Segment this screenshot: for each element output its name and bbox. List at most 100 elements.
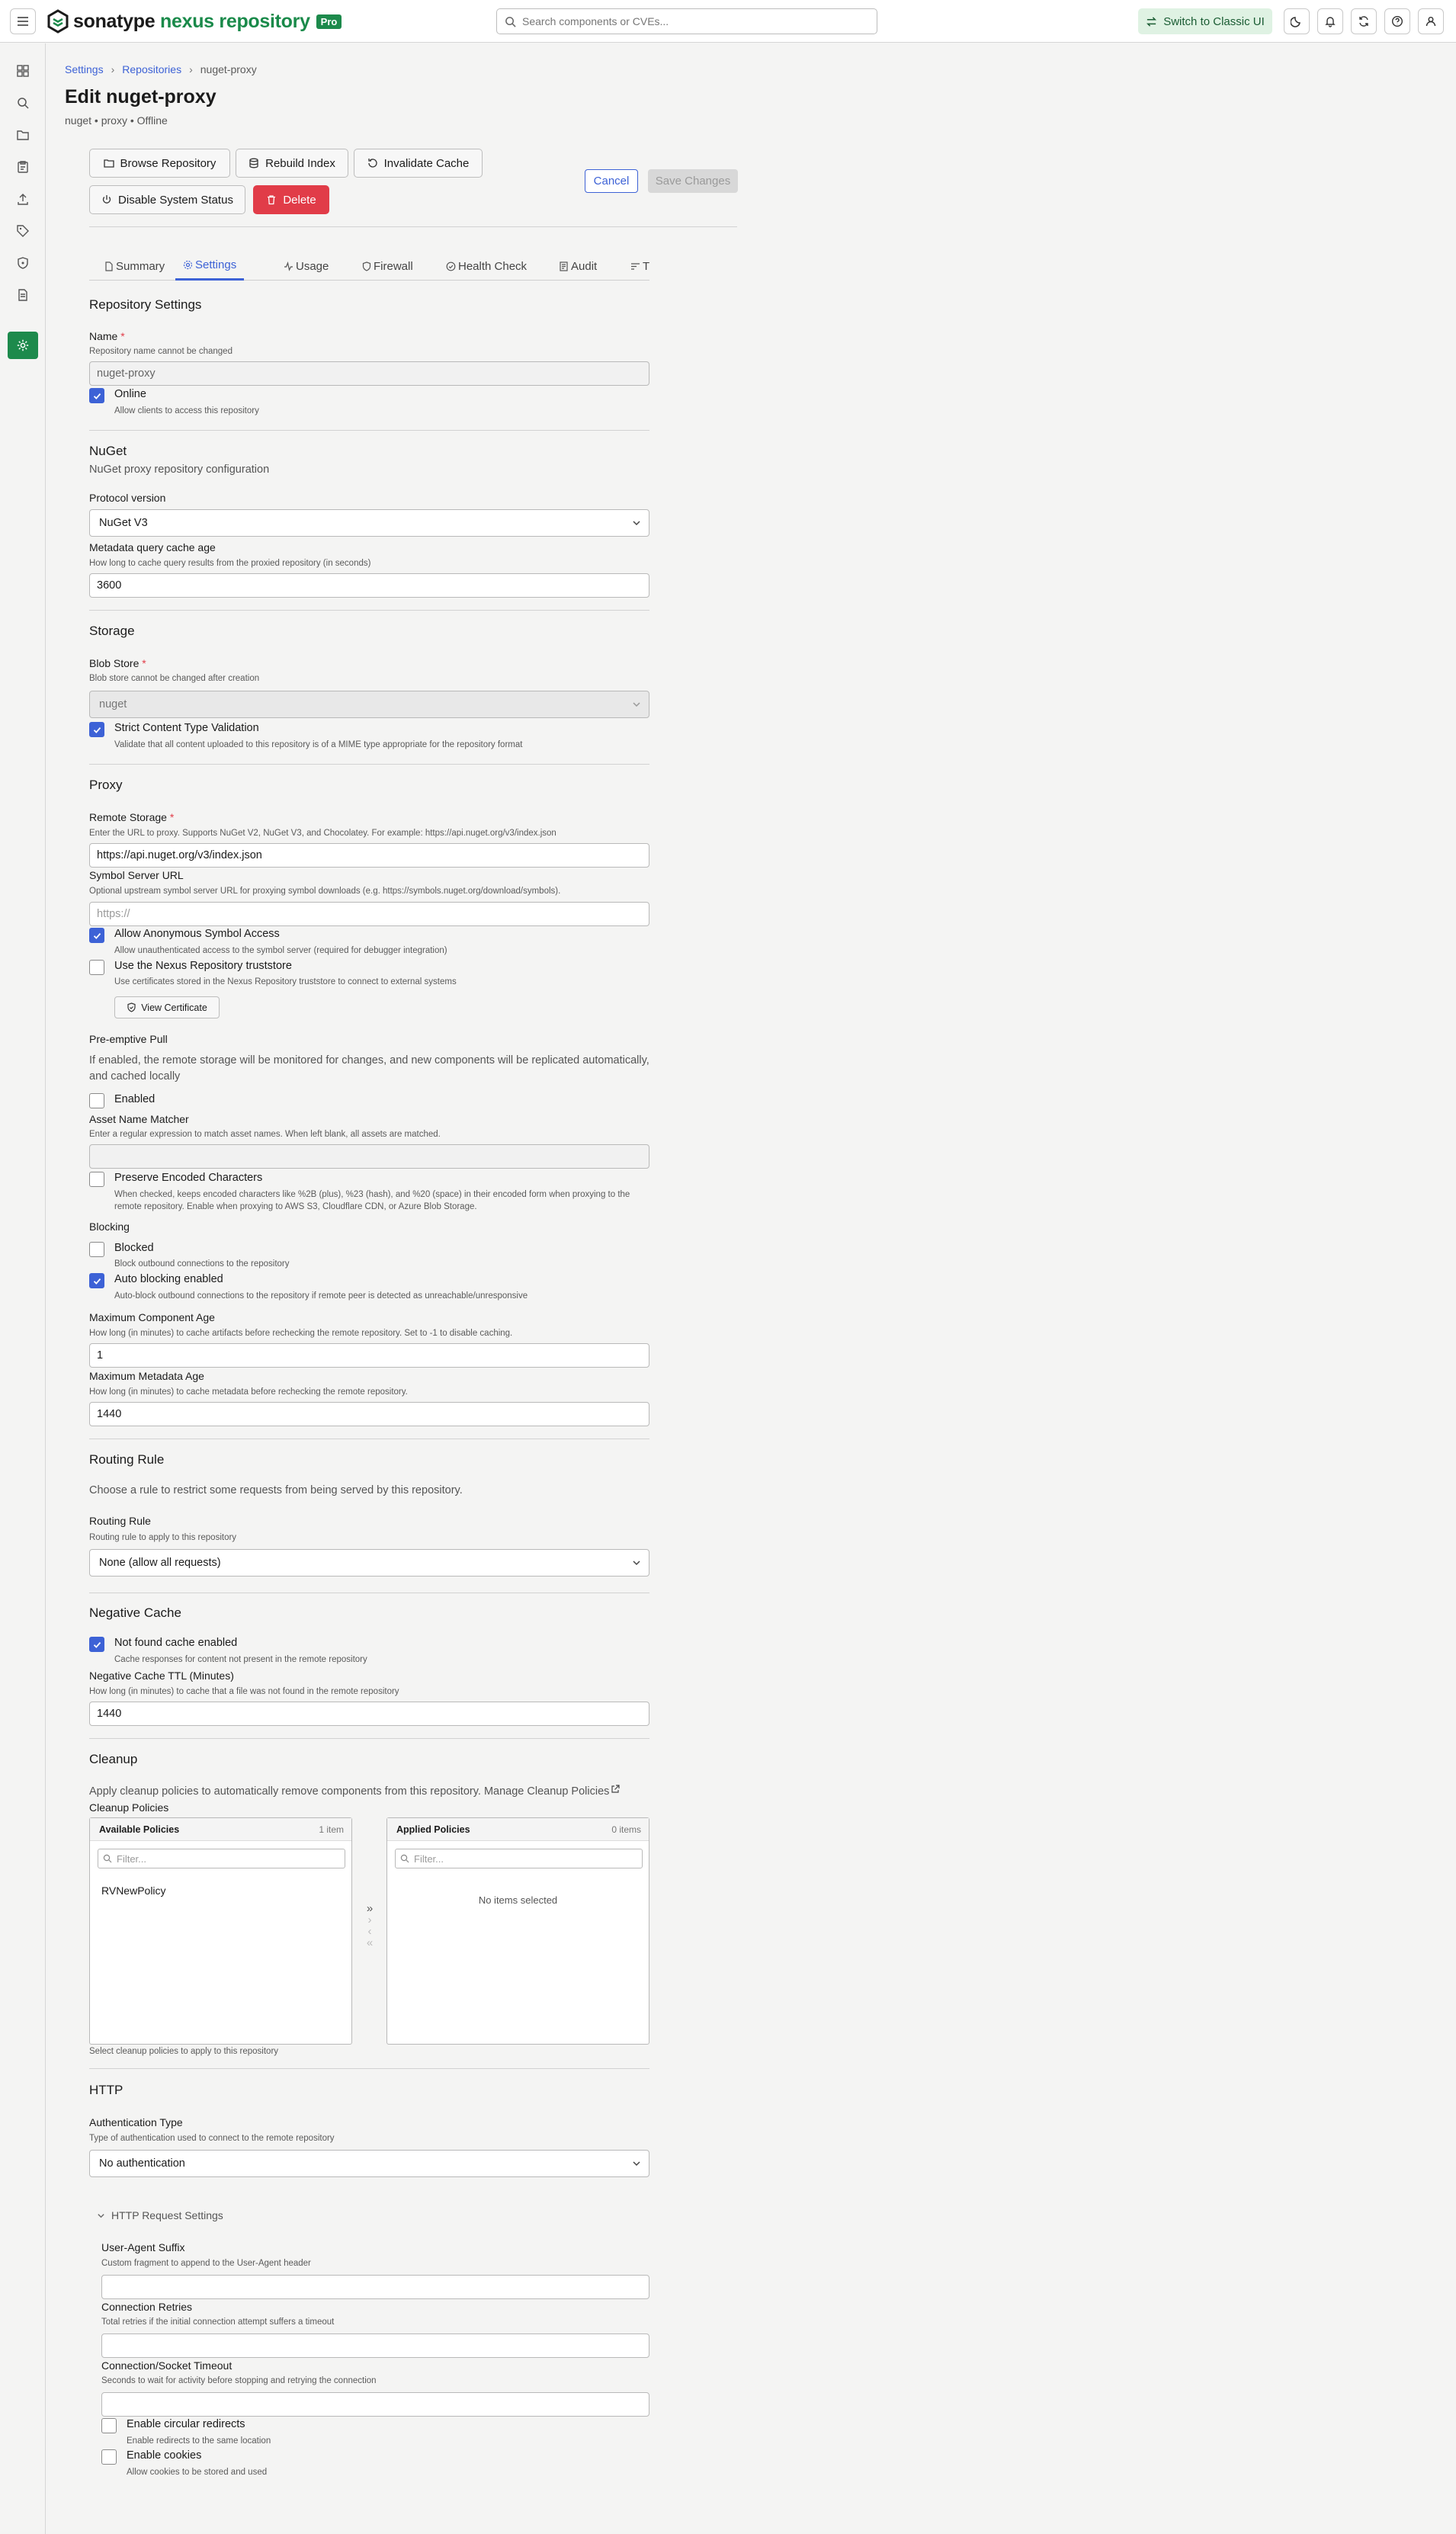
auth-type-hint: Type of authentication used to connect t… bbox=[89, 2134, 335, 2143]
sidebar-item-dashboard[interactable] bbox=[8, 57, 38, 85]
socket-timeout-input[interactable] bbox=[101, 2392, 649, 2417]
online-checkbox[interactable] bbox=[89, 388, 104, 403]
asset-matcher-input[interactable] bbox=[89, 1144, 649, 1169]
auth-type-select[interactable]: No authentication bbox=[89, 2150, 649, 2177]
sidebar-item-tags[interactable] bbox=[8, 217, 38, 245]
applied-count: 0 items bbox=[611, 1824, 641, 1835]
upload-icon bbox=[18, 194, 28, 205]
external-link-icon[interactable] bbox=[611, 1785, 620, 1794]
preemptive-pull-heading: Pre-emptive Pull bbox=[89, 1033, 168, 1045]
tab-firewall[interactable]: Firewall bbox=[362, 252, 413, 281]
disable-system-status-button[interactable]: Disable System Status bbox=[89, 185, 245, 214]
max-component-age-hint: How long (in minutes) to cache artifacts… bbox=[89, 1329, 513, 1338]
preserve-encoded-hint: When checked, keeps encoded characters l… bbox=[114, 1190, 630, 1211]
invalidate-cache-button[interactable]: Invalidate Cache bbox=[354, 149, 483, 178]
socket-timeout-label: Connection/Socket Timeout bbox=[101, 2359, 233, 2372]
http-heading: HTTP bbox=[89, 2083, 123, 2097]
negative-ttl-input[interactable]: 1440 bbox=[89, 1702, 649, 1726]
strict-content-checkbox[interactable] bbox=[89, 722, 104, 737]
move-left-icon[interactable]: ‹ bbox=[358, 1926, 381, 1937]
theme-toggle-button[interactable] bbox=[1284, 8, 1310, 34]
available-filter-input[interactable]: Filter... bbox=[98, 1849, 345, 1868]
negative-ttl-hint: How long (in minutes) to cache that a fi… bbox=[89, 1687, 399, 1696]
remote-storage-input[interactable]: https://api.nuget.org/v3/index.json bbox=[89, 843, 649, 868]
auto-blocking-hint: Auto-block outbound connections to the r… bbox=[114, 1291, 528, 1301]
menu-button[interactable] bbox=[10, 8, 36, 34]
trash-icon bbox=[268, 195, 276, 205]
activity-icon bbox=[284, 261, 293, 271]
shield-icon bbox=[362, 261, 371, 271]
tab-summary[interactable]: Summary bbox=[104, 252, 165, 281]
http-request-settings-toggle[interactable]: HTTP Request Settings bbox=[97, 2209, 223, 2221]
switch-classic-button[interactable]: Switch to Classic UI bbox=[1138, 8, 1272, 34]
move-right-icon[interactable]: › bbox=[358, 1914, 381, 1926]
connection-retries-input[interactable] bbox=[101, 2334, 649, 2358]
routing-description: Choose a rule to restrict some requests … bbox=[89, 1484, 463, 1496]
routing-rule-select[interactable]: None (allow all requests) bbox=[89, 1549, 649, 1577]
browse-repository-button[interactable]: Browse Repository bbox=[89, 149, 230, 178]
sidebar-item-clipboard[interactable] bbox=[8, 153, 38, 181]
asset-matcher-label: Asset Name Matcher bbox=[89, 1113, 189, 1125]
app-logo[interactable]: sonatype nexus repository Pro bbox=[47, 9, 342, 34]
refresh-button[interactable] bbox=[1351, 8, 1377, 34]
chevron-down-icon bbox=[633, 521, 640, 526]
sidebar-item-security[interactable] bbox=[8, 249, 38, 277]
not-found-cache-checkbox[interactable] bbox=[89, 1637, 104, 1652]
sidebar-item-settings[interactable] bbox=[8, 332, 38, 359]
hamburger-icon bbox=[18, 17, 28, 26]
name-field[interactable]: nuget-proxy bbox=[89, 361, 649, 386]
tab-more[interactable]: T bbox=[630, 252, 649, 281]
tab-health-check[interactable]: Health Check bbox=[446, 252, 527, 281]
symbol-server-input[interactable]: https:// bbox=[89, 902, 649, 926]
asset-matcher-hint: Enter a regular expression to match asse… bbox=[89, 1130, 441, 1139]
sidebar-item-browse[interactable] bbox=[8, 121, 38, 149]
sidebar-item-search[interactable] bbox=[8, 89, 38, 117]
preemptive-pull-description: If enabled, the remote storage will be m… bbox=[89, 1054, 649, 1083]
tab-audit[interactable]: Audit bbox=[559, 252, 597, 281]
truststore-checkbox[interactable] bbox=[89, 960, 104, 975]
cleanup-policies-label: Cleanup Policies bbox=[89, 1801, 169, 1814]
auto-blocking-checkbox[interactable] bbox=[89, 1273, 104, 1288]
move-all-left-icon[interactable]: « bbox=[358, 1937, 381, 1949]
blocked-checkbox[interactable] bbox=[89, 1242, 104, 1257]
max-component-age-input[interactable]: 1 bbox=[89, 1343, 649, 1368]
circular-redirects-checkbox[interactable] bbox=[101, 2418, 117, 2433]
applied-filter-input[interactable]: Filter... bbox=[395, 1849, 643, 1868]
max-metadata-age-input[interactable]: 1440 bbox=[89, 1402, 649, 1426]
breadcrumb-settings[interactable]: Settings bbox=[65, 63, 104, 75]
anonymous-symbol-checkbox[interactable] bbox=[89, 928, 104, 943]
preserve-encoded-checkbox[interactable] bbox=[89, 1172, 104, 1187]
help-button[interactable] bbox=[1384, 8, 1410, 34]
blob-store-hint: Blob store cannot be changed after creat… bbox=[89, 674, 260, 683]
user-menu-button[interactable] bbox=[1418, 8, 1444, 34]
cancel-button[interactable]: Cancel bbox=[585, 169, 638, 193]
view-certificate-button[interactable]: View Certificate bbox=[114, 996, 220, 1018]
remote-storage-hint: Enter the URL to proxy. Supports NuGet V… bbox=[89, 829, 556, 838]
sidebar-item-upload[interactable] bbox=[8, 185, 38, 213]
cookies-checkbox[interactable] bbox=[101, 2449, 117, 2465]
delete-button[interactable]: Delete bbox=[253, 185, 329, 214]
metadata-cache-input[interactable]: 3600 bbox=[89, 573, 649, 598]
policy-item-rvnewpolicy[interactable]: RVNewPolicy bbox=[101, 1884, 166, 1897]
preemptive-enabled-checkbox[interactable] bbox=[89, 1093, 104, 1108]
divider bbox=[89, 764, 649, 765]
available-policies-header: Available Policies 1 item bbox=[90, 1818, 351, 1841]
transfer-controls: » › ‹ « bbox=[358, 1903, 381, 1949]
user-agent-input[interactable] bbox=[101, 2275, 649, 2299]
tab-usage[interactable]: Usage bbox=[284, 252, 329, 281]
search-input[interactable]: Search components or CVEs... bbox=[496, 8, 877, 34]
notifications-button[interactable] bbox=[1317, 8, 1343, 34]
tab-settings[interactable]: Settings bbox=[175, 252, 245, 281]
save-changes-button[interactable]: Save Changes bbox=[648, 169, 738, 193]
protocol-version-select[interactable]: NuGet V3 bbox=[89, 509, 649, 537]
divider bbox=[89, 226, 737, 227]
gear-icon bbox=[183, 260, 193, 270]
blob-store-select[interactable]: nuget bbox=[89, 691, 649, 718]
tag-icon bbox=[17, 225, 29, 237]
breadcrumb-repositories[interactable]: Repositories bbox=[122, 63, 181, 75]
sidebar-item-reports[interactable] bbox=[8, 281, 38, 309]
rebuild-index-button[interactable]: Rebuild Index bbox=[236, 149, 348, 178]
check-icon bbox=[93, 1278, 101, 1285]
move-all-right-icon[interactable]: » bbox=[358, 1903, 381, 1914]
sort-icon bbox=[631, 262, 640, 270]
